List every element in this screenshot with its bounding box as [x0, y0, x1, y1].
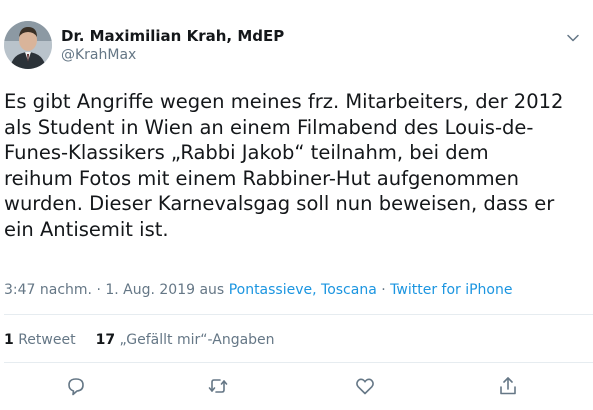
avatar[interactable]: [4, 21, 52, 69]
likes-count: 17: [95, 332, 116, 348]
share-icon[interactable]: [497, 375, 519, 397]
tweet-location-link[interactable]: Pontassieve, Toscana: [229, 282, 377, 298]
author-handle[interactable]: @KrahMax: [61, 47, 136, 63]
tweet-card: Dr. Maximilian Krah, MdEP @KrahMax Es gi…: [0, 0, 593, 410]
retweets-count: 1: [4, 332, 14, 348]
reply-icon[interactable]: [65, 375, 87, 397]
retweet-icon[interactable]: [207, 375, 229, 397]
author-name[interactable]: Dr. Maximilian Krah, MdEP: [61, 27, 284, 45]
tweet-meta: 3:47 nachm. · 1. Aug. 2019 aus Pontassie…: [4, 282, 513, 298]
engagement-stats: 1 Retweet 17 „Gefällt mir“-Angaben: [4, 332, 275, 348]
meta-separator: ·: [381, 282, 386, 298]
chevron-down-icon[interactable]: [566, 30, 580, 44]
tweet-timestamp[interactable]: 3:47 nachm. · 1. Aug. 2019 aus: [4, 282, 224, 298]
retweets-stat[interactable]: 1 Retweet: [4, 332, 76, 348]
tweet-text: Es gibt Angriffe wegen meines frz. Mitar…: [4, 90, 564, 241]
divider: [4, 314, 593, 315]
action-bar: [0, 375, 593, 401]
like-icon[interactable]: [354, 375, 376, 397]
retweets-label: Retweet: [18, 332, 76, 348]
tweet-client-link[interactable]: Twitter for iPhone: [390, 282, 512, 298]
divider: [4, 362, 593, 363]
likes-stat[interactable]: 17 „Gefällt mir“-Angaben: [96, 332, 275, 348]
likes-label: „Gefällt mir“-Angaben: [119, 332, 275, 348]
